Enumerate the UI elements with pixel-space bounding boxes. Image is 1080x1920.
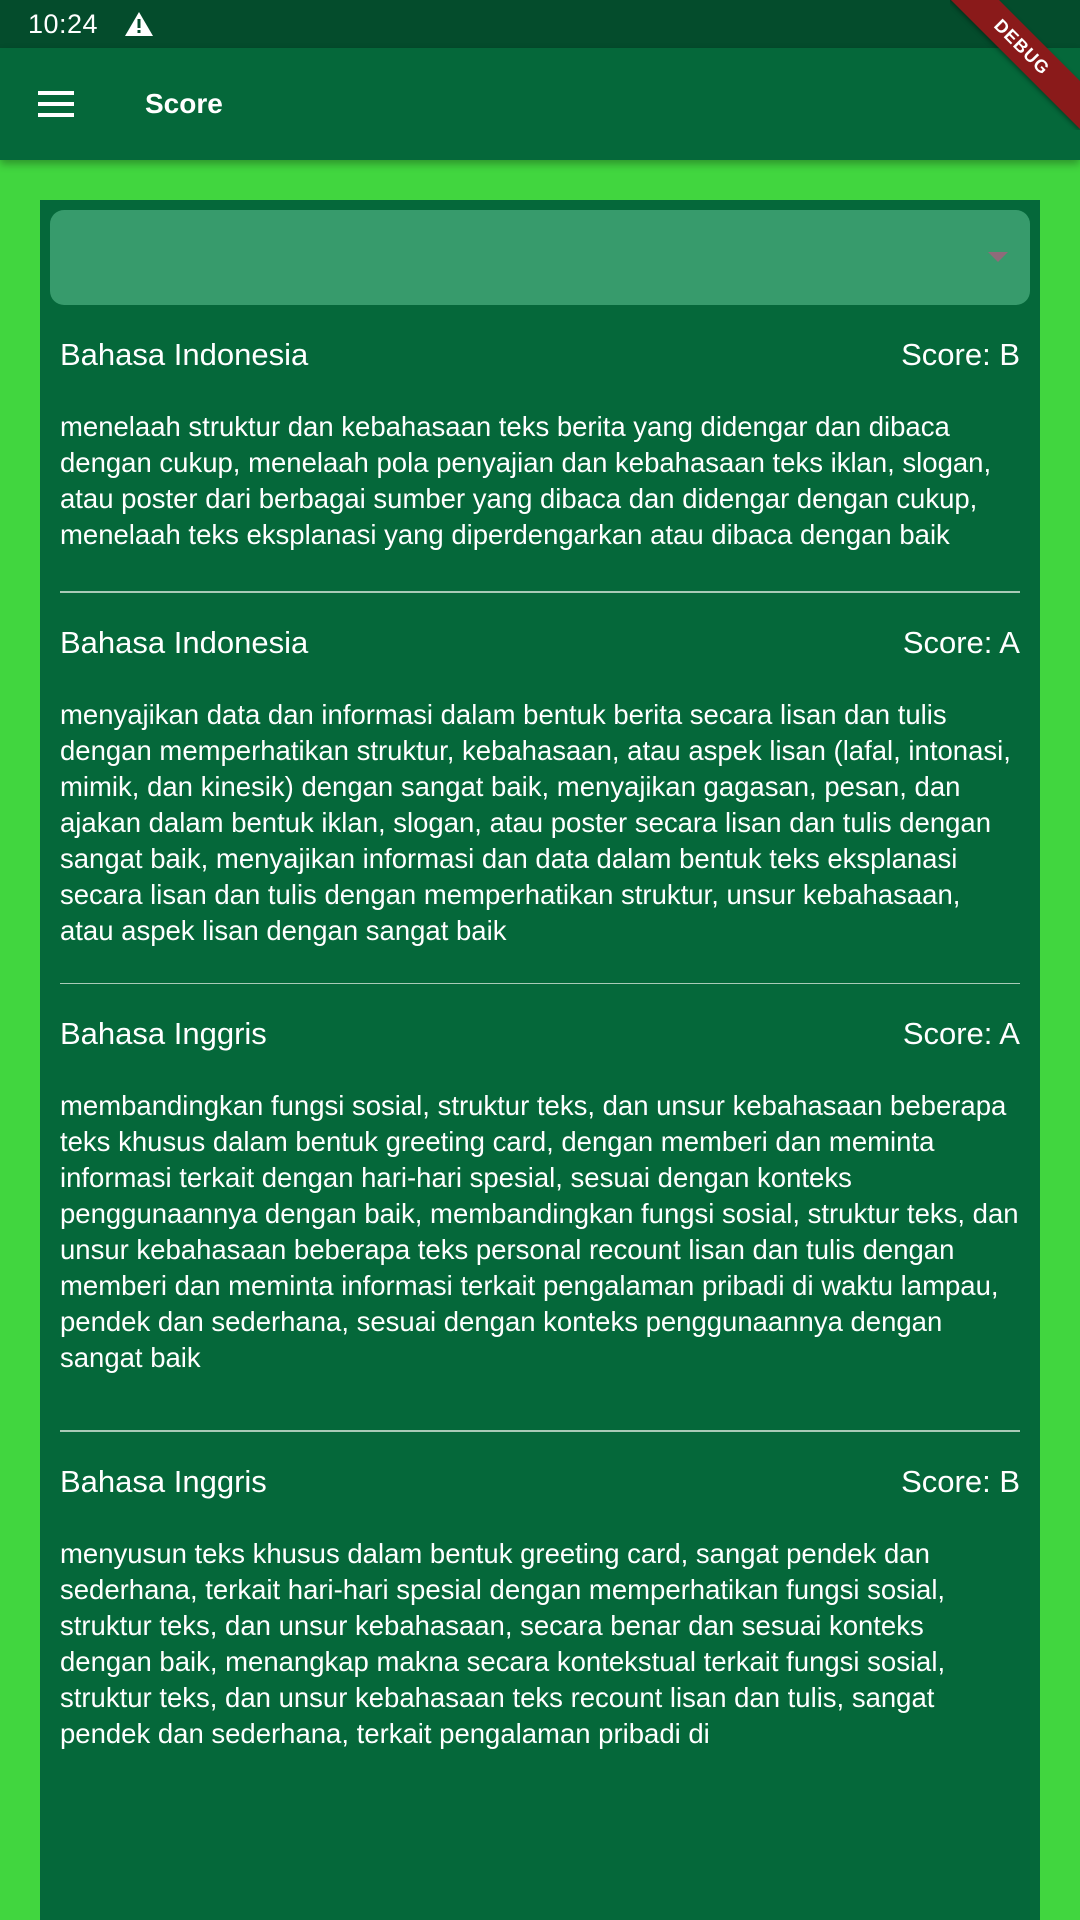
subject-description: menyajikan data dan informasi dalam bent… (60, 698, 1011, 946)
score-value: Score: A (902, 624, 1020, 660)
score-value: Score: B (901, 337, 1020, 372)
app-bar: Score (0, 48, 1080, 160)
subject-name: Bahasa Indonesia (60, 624, 309, 660)
list-item: Bahasa Inggris Score: B menyusun teks kh… (60, 1432, 1020, 1832)
score-content: Bahasa Indonesia Score: B menelaah struk… (40, 200, 1040, 1920)
subject-name: Bahasa Inggris (60, 1016, 267, 1051)
subject-description: menyusun teks khusus dalam bentuk greeti… (60, 1537, 946, 1749)
subject-name: Bahasa Indonesia (60, 337, 309, 372)
score-value: Score: B (901, 1463, 1020, 1499)
page-title: Score (145, 88, 223, 119)
score-list: Bahasa Indonesia Score: B menelaah struk… (60, 305, 1020, 1832)
status-bar: 10:24 (0, 0, 1080, 48)
list-item: Bahasa Indonesia Score: B menelaah struk… (60, 305, 1020, 593)
list-item: Bahasa Indonesia Score: A menyajikan dat… (60, 593, 1020, 984)
filter-dropdown[interactable] (50, 210, 1030, 305)
hamburger-menu-icon[interactable] (28, 76, 84, 132)
list-item: Bahasa Inggris Score: A membandingkan fu… (60, 984, 1020, 1432)
subject-description: menelaah struktur dan kebahasaan teks be… (60, 411, 992, 550)
score-value: Score: A (902, 1016, 1020, 1051)
subject-name: Bahasa Inggris (60, 1463, 267, 1499)
warning-triangle-icon (124, 10, 154, 38)
dropdown-caret-icon (988, 252, 1008, 262)
subject-description: membandingkan fungsi sosial, struktur te… (60, 1090, 1019, 1373)
status-time: 10:24 (28, 8, 99, 39)
